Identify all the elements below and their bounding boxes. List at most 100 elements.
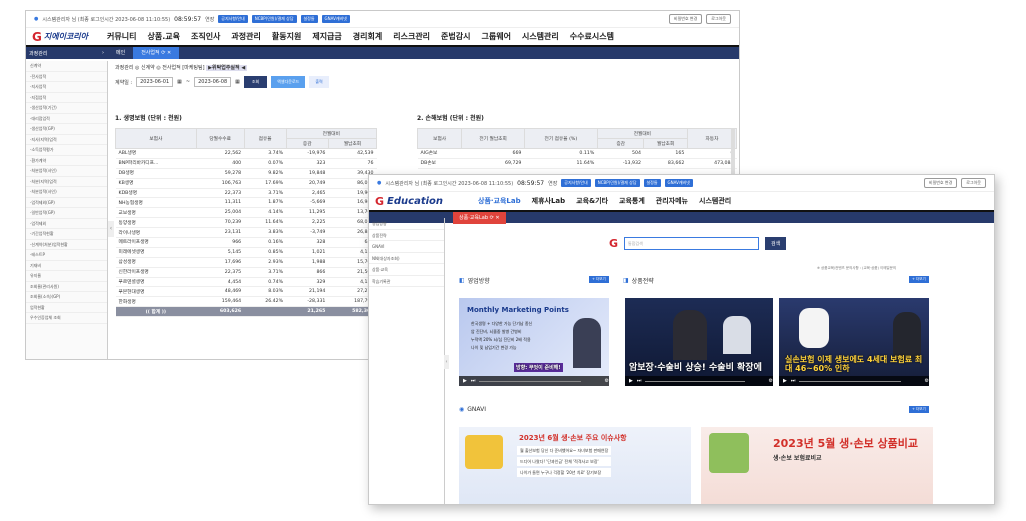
menu-product-edu-lab[interactable]: 상품·교육Lab — [478, 196, 521, 206]
skip-icon[interactable]: ⏭ — [637, 378, 642, 384]
table-row[interactable]: 미래에셋생명 5,145 0.85% 1,021 4,124 — [115, 247, 377, 258]
table-row[interactable]: NH농협생명 11,311 1.87% -5,669 16,980 — [115, 197, 377, 209]
quick-button-ncbp[interactable]: NCBP(민원)/결재 상담 — [594, 179, 640, 187]
sidebar-item[interactable]: -전사업적 — [26, 72, 107, 82]
search-input[interactable]: 통합검색 — [624, 237, 760, 250]
menu-partner-lab[interactable]: 제휴사Lab — [532, 196, 566, 206]
menu-admin[interactable]: 관리자메뉴 — [656, 196, 688, 206]
sidebar-item[interactable]: -생산업적(GP) — [26, 124, 107, 135]
more-button-sales[interactable]: + 더보기 — [589, 276, 609, 283]
calendar-icon[interactable]: ▦ — [235, 79, 240, 85]
table-row[interactable]: DB생명 59,278 9.82% 19,848 39,430 — [115, 168, 377, 179]
video-marketing-points[interactable]: Monthly Marketing Points 한국생명 + 다양한 가능 단… — [459, 298, 609, 386]
quick-button-gnav[interactable]: GNAV캐비넷 — [321, 15, 350, 23]
menu-org[interactable]: 조직인사 — [191, 31, 220, 42]
close-icon[interactable]: ✕ — [167, 50, 171, 56]
sidebar-item[interactable]: -처분업적(사인) — [26, 166, 107, 177]
quick-button-notice[interactable]: 공지사항/안내 — [218, 15, 248, 23]
sidebar-item[interactable]: -지점업적 — [26, 93, 107, 103]
education-logo[interactable]: G Education — [375, 195, 443, 208]
sidebar-item[interactable]: 학습기록관 — [369, 276, 444, 287]
settings-icon[interactable]: ⚙ — [925, 378, 929, 384]
table-row[interactable]: AIG손보6690.11%5041650 — [417, 148, 737, 159]
sidebar-item[interactable]: 조회율(소속)(GP) — [26, 292, 107, 303]
sidebar-item[interactable]: -환가계약 — [26, 156, 107, 166]
table-row[interactable]: BNP파리바카디프... 400 0.07% 323 76 — [115, 158, 377, 169]
table-row[interactable]: 메트라이프생명9660.16%328638 — [115, 237, 377, 248]
date-to-field[interactable]: 2023-06-08 — [194, 77, 232, 87]
change-password-button[interactable]: 비밀번호 변경 — [668, 14, 703, 24]
sidebar-item[interactable]: -업적제외 — [26, 219, 107, 229]
tab-main[interactable]: 메인 — [108, 47, 133, 59]
search-button[interactable]: 검색 — [765, 237, 787, 250]
table-row[interactable]: 삼성생명 17,696 2.93% 1,988 15,708 — [115, 257, 377, 268]
search-button[interactable]: 조회 — [243, 76, 268, 88]
sidebar-item[interactable]: 조회율(관리사원) — [26, 282, 107, 292]
sidebar-item[interactable]: 기재비 — [26, 261, 107, 271]
sidebar-item[interactable]: 상품전략 — [369, 230, 444, 241]
settings-icon[interactable]: ⚙ — [605, 378, 609, 384]
table-row[interactable]: ABL생명 22,562 3.74% -19,976 42,539 — [115, 148, 377, 159]
table-row[interactable]: 한화생명 159,464 26.42% -28,331 187,795 — [115, 296, 377, 308]
menu-process[interactable]: 과정관리 — [231, 31, 260, 42]
table-row[interactable]: 라이나생명 23,131 3.83% -3,749 26,880 — [115, 227, 377, 239]
play-icon[interactable]: ▶ — [463, 378, 467, 384]
sidebar-item[interactable]: -업적제외(GP) — [26, 198, 107, 208]
sidebar-item[interactable]: GNAVI — [369, 241, 444, 253]
video-silson-insurance[interactable]: 실손보험 이제 생보에도 4세대 보험료 최대 46~60% 인하 ▶ ⏭ ⚙ — [779, 298, 929, 386]
tab-company-performance[interactable]: 전사업적 ⟳ ✕ — [133, 47, 180, 59]
sidebar-item[interactable]: 영업방향 — [369, 218, 444, 230]
table-row[interactable]: 신한라이프생명 22,375 3.71% 866 21,509 — [115, 267, 377, 278]
play-icon[interactable]: ▶ — [629, 378, 633, 384]
extend-button[interactable]: 연장 — [205, 16, 214, 23]
scrollbar[interactable] — [731, 128, 735, 178]
more-button-product[interactable]: + 더보기 — [909, 276, 929, 283]
video-controls[interactable]: ▶ ⏭ ⚙ — [459, 376, 609, 386]
sidebar-item[interactable]: -테스트P — [26, 250, 107, 261]
close-icon[interactable]: ✕ — [495, 215, 499, 221]
date-from-field[interactable]: 2023-06-01 — [136, 77, 174, 87]
menu-accounting[interactable]: 경리회계 — [353, 31, 382, 42]
sidebar-item[interactable]: -소득업적평가 — [26, 145, 107, 156]
table-row[interactable]: 푸르덴셜생명 4,454 0.74% 329 4,125 — [115, 277, 377, 288]
quick-button-settings[interactable]: 설정들 — [300, 15, 318, 23]
sidebar-item[interactable]: 상품·교육 — [369, 264, 444, 276]
more-button-gnavi[interactable]: + 더보기 — [909, 406, 929, 413]
menu-risk[interactable]: 리스크관리 — [393, 31, 430, 42]
sidebar-item[interactable]: -일반업적(GP) — [26, 208, 107, 219]
sidebar-item[interactable]: 업적현황 — [26, 303, 107, 313]
change-password-button[interactable]: 비밀번호 변경 — [923, 178, 958, 188]
menu-commission[interactable]: 수수료시스템 — [570, 31, 614, 42]
refresh-icon[interactable]: ⟳ — [161, 50, 165, 56]
quick-button-notice[interactable]: 공지사항/안내 — [561, 179, 591, 187]
skip-icon[interactable]: ⏭ — [471, 378, 476, 384]
sidebar-item[interactable]: -지사업적 — [26, 82, 107, 93]
menu-payment[interactable]: 제지급금 — [312, 31, 341, 42]
calendar-icon[interactable]: ▦ — [177, 79, 182, 85]
banner-product-compare[interactable]: 2023년 5월 생·손보 상품비교 생·손보 보험료비교 — [701, 427, 933, 504]
table-row[interactable]: DB손보 69,729 11.64% -13,932 83,662 473,084 — [417, 158, 737, 169]
chevron-right-icon[interactable]: › — [102, 50, 104, 57]
sidebar-item[interactable]: 유지율 — [26, 271, 107, 282]
settings-icon[interactable]: ⚙ — [769, 378, 773, 384]
tab-product-edu-lab[interactable]: 상품·교육Lab ⟳ ✕ — [453, 211, 506, 224]
sidebar-item[interactable]: -처분(지역)업적 — [26, 177, 107, 187]
company-logo[interactable]: G 지에이코리아 — [32, 30, 88, 44]
sidebar-item[interactable]: 우수인증업체 조회 — [26, 313, 107, 324]
quick-button-ncbp[interactable]: NCBP(민원)/결재 상담 — [251, 15, 297, 23]
menu-product-edu[interactable]: 상품.교육 — [147, 31, 179, 42]
video-controls[interactable]: ▶ ⏭ ⚙ — [625, 376, 773, 386]
sidebar-collapse-handle[interactable]: ‹ — [444, 355, 449, 369]
sidebar-item[interactable]: -지사(지역)업적 — [26, 135, 107, 145]
extend-button[interactable]: 연장 — [548, 180, 557, 187]
menu-edu-stats[interactable]: 교육통계 — [619, 196, 645, 206]
table-row[interactable]: KDB생명 22,373 3.71% 2,465 19,908 — [115, 188, 377, 199]
menu-support[interactable]: 활동지원 — [272, 31, 301, 42]
video-controls[interactable]: ▶ ⏭ ⚙ — [779, 376, 929, 386]
refresh-icon[interactable]: ⟳ — [490, 215, 494, 221]
table-row[interactable]: 교보생명 25,004 4.14% 11,295 13,709 — [115, 207, 377, 219]
sidebar-collapse-handle[interactable]: ‹ — [108, 221, 114, 237]
sidebar-item[interactable]: NN(대상자조회) — [369, 253, 444, 264]
menu-community[interactable]: 커뮤니티 — [107, 31, 136, 42]
print-button[interactable]: 출력 — [309, 76, 329, 88]
